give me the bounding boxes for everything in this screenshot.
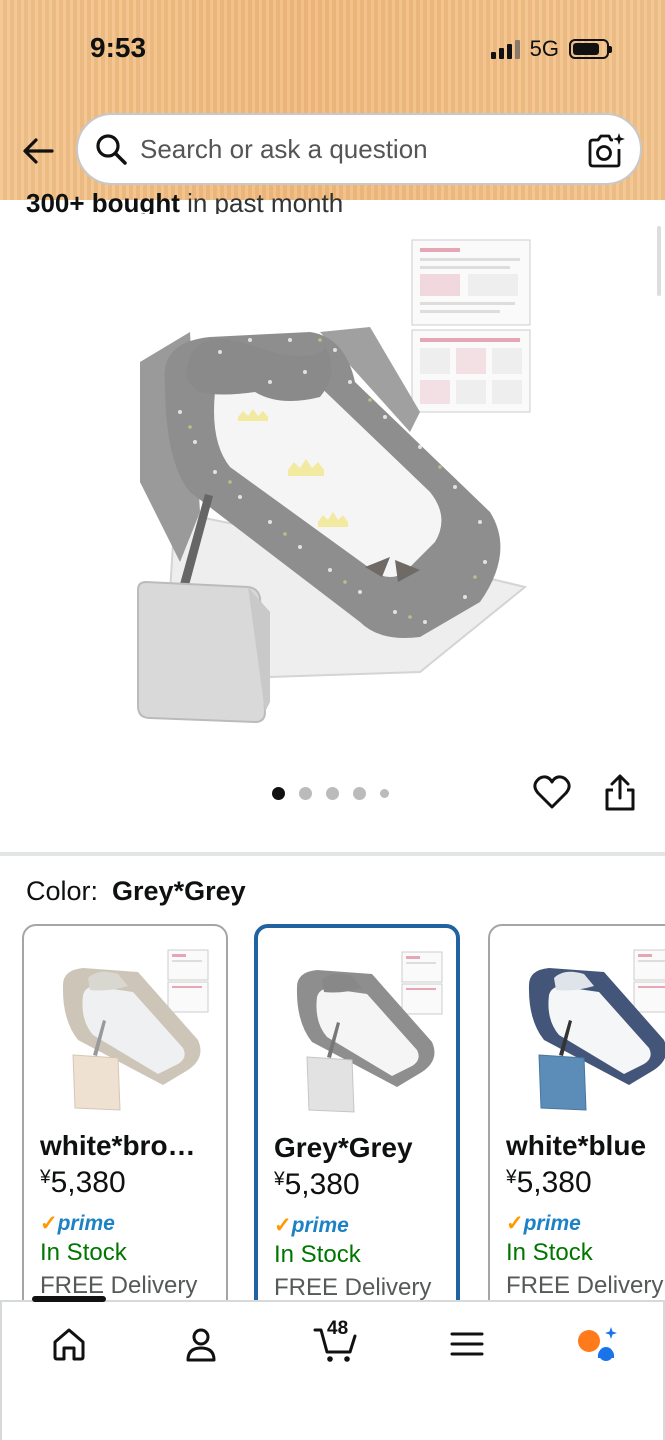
bought-count: 300+ bought: [26, 188, 180, 214]
app-header: 9:53 5G Search or ask a question: [0, 0, 665, 200]
tab-account[interactable]: [176, 1322, 226, 1366]
section-divider: [0, 852, 665, 856]
search-bar[interactable]: Search or ask a question: [76, 113, 642, 185]
stock-status: In Stock: [506, 1239, 593, 1266]
manual-sheets: [411, 239, 531, 413]
search-input[interactable]: Search or ask a question: [140, 134, 428, 165]
prime-badge: ✓prime: [274, 1214, 349, 1237]
assistant-icon: [578, 1327, 617, 1361]
pager-dot[interactable]: [326, 787, 339, 800]
variant-thumbnail: [296, 951, 443, 1113]
variant-name: Grey*Grey: [274, 1132, 413, 1163]
bought-rest: in past month: [179, 188, 344, 214]
delivery-info: FREE Delivery: [274, 1274, 432, 1301]
pager-dot[interactable]: [353, 787, 366, 800]
battery-icon: [569, 39, 612, 59]
check-icon: ✓: [274, 1214, 292, 1237]
variant-price: ¥5,380: [40, 1166, 126, 1199]
back-arrow-icon[interactable]: [20, 133, 56, 169]
signal-icon: [490, 39, 520, 59]
bought-in-past-month: 300+ bought in past month: [26, 188, 626, 214]
variant-name: white*blue: [506, 1130, 647, 1161]
stock-status: In Stock: [40, 1239, 127, 1266]
stock-status: In Stock: [274, 1241, 361, 1268]
status-icons: 5G: [490, 36, 612, 62]
search-icon: [96, 134, 127, 165]
pager-dot[interactable]: [380, 789, 389, 798]
home-icon: [53, 1328, 85, 1361]
check-icon: ✓: [506, 1212, 524, 1235]
scrollbar[interactable]: [657, 226, 661, 296]
check-icon: ✓: [40, 1212, 58, 1235]
image-pager[interactable]: [272, 787, 389, 800]
account-icon: [186, 1328, 216, 1362]
variant-thumbnail: [528, 949, 665, 1111]
variant-card-grey-grey[interactable]: Grey*Grey ¥5,380 ✓prime In Stock FREE De…: [254, 924, 460, 1344]
variant-card-white-brown[interactable]: white*bro… ¥5,380 ✓prime In Stock FREE D…: [22, 924, 228, 1344]
prime-badge: ✓prime: [506, 1212, 581, 1235]
menu-icon: [450, 1332, 484, 1356]
cart-count-badge: 48: [327, 1318, 349, 1339]
share-icon[interactable]: [602, 773, 638, 813]
color-label: Color:: [26, 876, 99, 906]
pager-dot[interactable]: [272, 787, 285, 800]
tab-home[interactable]: [44, 1322, 94, 1366]
tab-assistant[interactable]: [572, 1322, 622, 1366]
variant-price: ¥5,380: [274, 1168, 360, 1201]
variant-name: white*bro…: [40, 1130, 196, 1161]
bottom-tab-bar: 48: [0, 1296, 665, 1440]
prime-badge: ✓prime: [40, 1212, 115, 1235]
tab-menu[interactable]: [442, 1322, 492, 1366]
network-type: 5G: [529, 36, 559, 61]
active-tab-indicator: [32, 1296, 106, 1302]
heart-icon[interactable]: [533, 773, 571, 811]
delivery-info: FREE Delivery: [506, 1272, 664, 1299]
status-time: 9:53: [90, 32, 147, 63]
variant-thumbnail: [62, 949, 209, 1111]
variant-price: ¥5,380: [506, 1166, 592, 1199]
color-selector-label: Color: Grey*Grey: [26, 876, 246, 907]
variant-card-white-blue[interactable]: white*blue ¥5,380 ✓prime In Stock FREE D…: [488, 924, 665, 1344]
camera-search-icon[interactable]: [586, 131, 626, 171]
pager-dot[interactable]: [299, 787, 312, 800]
selected-color: Grey*Grey: [112, 876, 246, 906]
product-image[interactable]: [120, 232, 540, 732]
